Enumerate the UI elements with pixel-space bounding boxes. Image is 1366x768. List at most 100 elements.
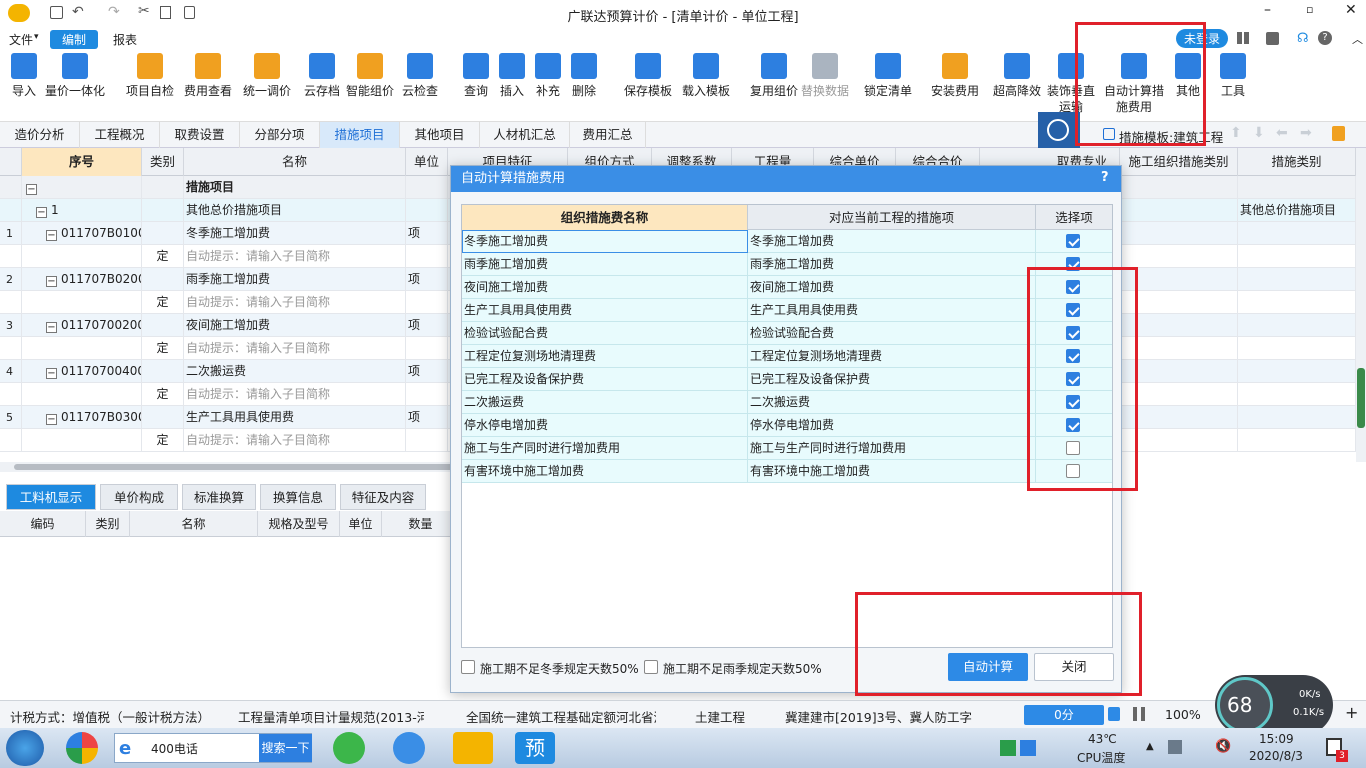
lower-col-header[interactable]: 类别 [86,511,130,537]
measure-category-cell[interactable] [1238,429,1356,452]
fee-name-cell[interactable]: 停水停电增加费 [462,414,748,437]
unit-cell[interactable] [406,337,448,360]
list-item[interactable]: 检验试验配合费 检验试验配合费 [462,322,1112,345]
toolbar-button-16[interactable]: 锁定清单 [858,53,918,99]
bottom-tab-3[interactable]: 换算信息 [260,484,336,510]
unit-cell[interactable] [406,176,448,199]
expand-toggle-icon[interactable]: − [46,414,57,425]
row-number[interactable]: 1 [0,222,22,245]
split-view-icon[interactable] [1133,707,1145,721]
menu-report[interactable]: 报表 [113,31,137,48]
unit-cell[interactable]: 项 [406,314,448,337]
measure-category-cell[interactable] [1238,383,1356,406]
fee-name-cell[interactable]: 生产工具用具使用费 [462,299,748,322]
name-cell[interactable]: 二次搬运费 [184,360,406,383]
org-category-cell[interactable] [1120,245,1238,268]
unit-cell[interactable]: 项 [406,222,448,245]
row-number[interactable]: 3 [0,314,22,337]
row-number[interactable] [0,337,22,360]
fee-name-cell[interactable]: 夜间施工增加费 [462,276,748,299]
unit-cell[interactable] [406,429,448,452]
tab-1[interactable]: 工程概况 [80,122,160,148]
move-left-icon[interactable]: ⬅ [1276,125,1288,141]
match-item-cell[interactable]: 工程定位复测场地清理费 [748,345,1036,368]
hscroll-thumb[interactable] [14,464,454,470]
measure-category-cell[interactable] [1238,268,1356,291]
grid-col-header[interactable]: 名称 [184,148,406,176]
type-cell[interactable] [142,199,184,222]
close-button[interactable]: ✕ [1345,2,1357,18]
name-cell[interactable]: 生产工具用具使用费 [184,406,406,429]
zoom-in-icon[interactable]: + [1345,703,1358,722]
match-item-cell[interactable]: 雨季施工增加费 [748,253,1036,276]
lower-col-header[interactable]: 单位 [340,511,382,537]
help-icon[interactable]: ? [1318,31,1332,45]
measure-category-cell[interactable] [1238,314,1356,337]
toolbar-button-13[interactable]: 载入模板 [678,53,734,99]
toolbar-button-15[interactable]: 替换数据 [800,53,850,99]
name-cell[interactable]: 自动提示：请输入子目简称 [184,337,406,360]
toolbar-button-22[interactable]: 工具 [1212,53,1254,99]
expand-toggle-icon[interactable]: − [46,276,57,287]
row-number[interactable] [0,176,22,199]
search-box[interactable]: e 400电话 搜索一下 [114,733,312,763]
rain-checkbox[interactable] [644,660,658,674]
list-item[interactable]: 夜间施工增加费 夜间施工增加费 [462,276,1112,299]
code-cell[interactable]: −1 [22,199,142,222]
expand-toggle-icon[interactable]: − [46,368,57,379]
lower-col-header[interactable]: 规格及型号 [258,511,340,537]
name-cell[interactable]: 冬季施工增加费 [184,222,406,245]
measure-category-cell[interactable] [1238,360,1356,383]
browser-icon[interactable] [66,732,98,764]
list-item[interactable]: 雨季施工增加费 雨季施工增加费 [462,253,1112,276]
lower-col-header[interactable]: 编码 [0,511,86,537]
unit-cell[interactable]: 项 [406,360,448,383]
row-number[interactable]: 2 [0,268,22,291]
match-item-cell[interactable]: 施工与生产同时进行增加费用 [748,437,1036,460]
fee-name-cell[interactable]: 冬季施工增加费 [462,230,748,253]
tray-icons[interactable] [1000,740,1060,756]
measure-category-cell[interactable] [1238,291,1356,314]
list-item[interactable]: 生产工具用具使用费 生产工具用具使用费 [462,299,1112,322]
grid-col-header[interactable]: 措施类别 [1238,148,1356,176]
grid-menu-icon[interactable] [1237,32,1249,44]
toolbar-button-3[interactable]: 费用查看 [180,53,236,99]
org-category-cell[interactable] [1120,222,1238,245]
unit-cell[interactable]: 项 [406,406,448,429]
menu-file[interactable]: 文件 [9,31,33,48]
row-number[interactable] [0,245,22,268]
type-cell[interactable]: 定 [142,383,184,406]
expand-toggle-icon[interactable]: − [26,184,37,195]
tab-4[interactable]: 措施项目 [320,122,400,148]
row-number[interactable] [0,291,22,314]
type-cell[interactable] [142,314,184,337]
code-cell[interactable] [22,429,142,452]
bottom-tab-1[interactable]: 单价构成 [100,484,178,510]
toolbar-button-5[interactable]: 云存档 [300,53,344,99]
expand-toggle-icon[interactable]: − [46,230,57,241]
lower-col-header[interactable]: 名称 [130,511,258,537]
unit-cell[interactable]: 项 [406,268,448,291]
fee-name-cell[interactable]: 有害环境中施工增加费 [462,460,748,483]
bottom-tab-0[interactable]: 工料机显示 [6,484,96,510]
toolbar-button-17[interactable]: 安装费用 [926,53,984,99]
rain-option[interactable]: 施工期不足雨季规定天数50% [644,660,824,676]
unit-cell[interactable] [406,245,448,268]
row-number[interactable] [0,429,22,452]
bottom-tab-2[interactable]: 标准换算 [182,484,256,510]
network-icon[interactable] [1168,740,1182,754]
measure-category-cell[interactable] [1238,406,1356,429]
toolbar-button-18[interactable]: 超高降效 [990,53,1044,99]
dialog-help-button[interactable]: ? [1101,170,1109,185]
fee-name-cell[interactable]: 检验试验配合费 [462,322,748,345]
type-cell[interactable] [142,222,184,245]
measure-category-cell[interactable] [1238,222,1356,245]
match-item-cell[interactable]: 检验试验配合费 [748,322,1036,345]
tray-arrow-icon[interactable]: ▲ [1146,741,1154,752]
type-cell[interactable] [142,360,184,383]
measure-category-cell[interactable]: 其他总价措施项目 [1238,199,1356,222]
toolbar-button-7[interactable]: 云检查 [398,53,442,99]
unit-cell[interactable] [406,291,448,314]
type-cell[interactable]: 定 [142,245,184,268]
tab-2[interactable]: 取费设置 [160,122,240,148]
